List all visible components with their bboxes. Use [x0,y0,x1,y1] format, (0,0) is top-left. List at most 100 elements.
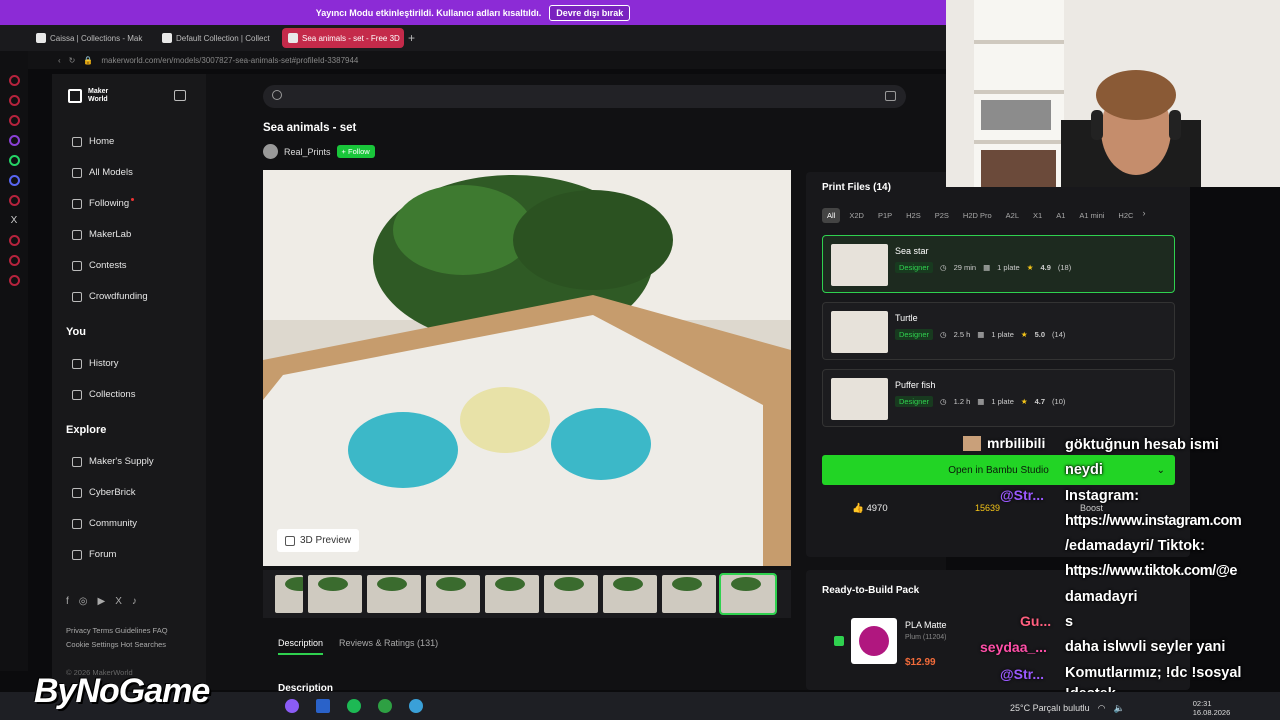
makerworld-logo[interactable]: Maker World [68,88,108,104]
instagram-icon[interactable]: ◎ [79,596,88,607]
chip-printer[interactable]: A2L [1001,208,1024,223]
chat-line: damadayri [1065,588,1138,605]
chip-printer[interactable]: H2S [901,208,926,223]
rail-app-icon[interactable] [8,95,20,106]
print-file-thumbnail [831,244,888,286]
rail-app-icon[interactable] [8,235,20,246]
xbox-icon[interactable] [378,699,392,713]
chip-printer[interactable]: A1 mini [1074,208,1109,223]
chat-line: s [1065,614,1074,631]
sidebar-item-cyberbrick[interactable]: CyberBrick [72,487,135,498]
search-input[interactable] [263,85,906,108]
thumbnail[interactable] [308,575,362,613]
rail-app-icon[interactable] [8,275,20,286]
makerworld-favicon-icon [162,33,172,43]
thumbnail[interactable] [544,575,598,613]
sidebar-item-contests[interactable]: Contests [72,260,127,271]
rail-app-icon[interactable] [8,175,20,186]
makerlab-icon [72,229,82,240]
rail-app-icon[interactable] [8,135,20,146]
thumbnail[interactable] [275,575,303,613]
sidebar-item-crowdfunding[interactable]: Crowdfunding [72,291,148,302]
3d-preview-button[interactable]: 3D Preview [277,529,360,552]
author-avatar[interactable] [263,144,278,159]
youtube-icon[interactable]: ▶ [98,596,106,607]
like-counter[interactable]: 👍 4970 [852,503,888,514]
browser-tab-active[interactable]: Sea animals - set - Free 3D [282,28,404,48]
thumbnail[interactable] [485,575,539,613]
tab-reviews[interactable]: Reviews & Ratings (131) [339,638,438,655]
chip-all[interactable]: All [822,208,841,223]
chip-printer[interactable]: A1 [1051,208,1070,223]
x-icon[interactable]: X [115,596,122,607]
sidebar-item-home[interactable]: Home [72,136,114,147]
model-photo[interactable]: 3D Preview [263,170,791,566]
image-search-icon[interactable] [885,91,896,101]
author-name[interactable]: Real_Prints [284,147,331,157]
browser-tab[interactable]: Default Collection | Collect [156,28,278,48]
clock-icon: ◷ [940,263,947,272]
reload-icon[interactable]: ↻ [69,56,76,65]
crowdfunding-icon [72,291,82,302]
sidebar-item-following[interactable]: Following [72,198,135,209]
rail-app-icon[interactable] [8,75,20,86]
browser-tab[interactable]: Caissa | Collections - Mak [30,28,152,48]
chevron-right-icon[interactable]: › [1142,208,1145,223]
thumbnail[interactable] [426,575,480,613]
plate-icon: ▦ [977,397,985,406]
weather-text[interactable]: 25°C Parçalı bulutlu [1010,703,1090,713]
chip-printer[interactable]: H2C [1113,208,1138,223]
facebook-icon[interactable]: f [66,596,69,607]
address-bar[interactable]: ‹ ↻ 🔒 makerworld.com/en/models/3007827-s… [28,51,946,69]
notification-dot [131,198,135,201]
checkbox[interactable] [834,636,844,646]
search-icon [272,90,282,100]
print-file-item[interactable]: Turtle Designer ◷ 2.5 h ▦ 1 plate ★ 5.0 (14) [822,302,1175,360]
footer-links[interactable]: Privacy Terms Guidelines FAQ [66,626,168,635]
sidebar-item-history[interactable]: History [72,358,119,369]
filament-color: Plum (11204) [905,634,947,641]
print-file-item[interactable]: Sea star Designer ◷ 29 min ▦ 1 plate ★ 4.9(… [822,235,1175,293]
disable-streamer-mode-button[interactable]: Devre dışı bırak [549,4,631,21]
rail-app-icon[interactable] [8,195,20,206]
rail-app-icon[interactable] [8,115,20,126]
sidebar-item-collections[interactable]: Collections [72,389,135,400]
thumbnail[interactable] [662,575,716,613]
tiktok-icon[interactable]: ♪ [132,596,137,607]
footer-links-2[interactable]: Cookie Settings Hot Searches [66,640,166,649]
rail-app-icon[interactable] [8,155,20,166]
sidebar-item-all-models[interactable]: All Models [72,167,133,178]
chip-printer[interactable]: H2D Pro [958,208,997,223]
back-icon[interactable]: ‹ [58,56,61,65]
thumbnail-selected[interactable] [719,573,777,615]
sidebar-item-makerlab[interactable]: MakerLab [72,229,131,240]
thumbnail[interactable] [367,575,421,613]
taskbar-app-icon[interactable] [409,699,423,713]
chip-printer[interactable]: P1P [873,208,897,223]
chip-printer[interactable]: P2S [930,208,954,223]
sidebar-item-community[interactable]: Community [72,518,137,529]
sidebar-item-forum[interactable]: Forum [72,549,116,560]
clock[interactable]: 02:31 16.08.2026 [1193,699,1231,717]
chip-printer[interactable]: X2D [844,208,869,223]
print-file-item[interactable]: Puffer fish Designer ◷ 1.2 h ▦ 1 plate ★ 4.… [822,369,1175,427]
wifi-icon[interactable]: ◠ [1098,703,1106,714]
chip-printer[interactable]: X1 [1028,208,1047,223]
follow-button[interactable]: + Follow [336,145,375,158]
makerworld-favicon-icon [288,33,298,43]
taskbar-app-icon[interactable] [316,699,330,713]
rail-app-icon[interactable] [8,255,20,266]
social-links: f ◎ ▶ X ♪ [66,596,137,607]
volume-icon[interactable]: 🔈 [1114,703,1125,714]
tab-description[interactable]: Description [278,638,324,655]
thumbnail[interactable] [603,575,657,613]
taskbar-app-icon[interactable] [285,699,299,713]
home-icon [72,136,82,147]
x-icon[interactable]: X [11,215,18,226]
spotify-icon[interactable] [347,699,361,713]
new-tab-icon[interactable]: + [408,31,415,45]
collapse-sidebar-icon[interactable] [174,90,186,101]
print-file-meta: Designer ◷ 29 min ▦ 1 plate ★ 4.9 (18) [895,262,1071,273]
boost-counter[interactable]: 15639 [975,503,1000,513]
sidebar-item-makers-supply[interactable]: Maker's Supply [72,456,154,467]
